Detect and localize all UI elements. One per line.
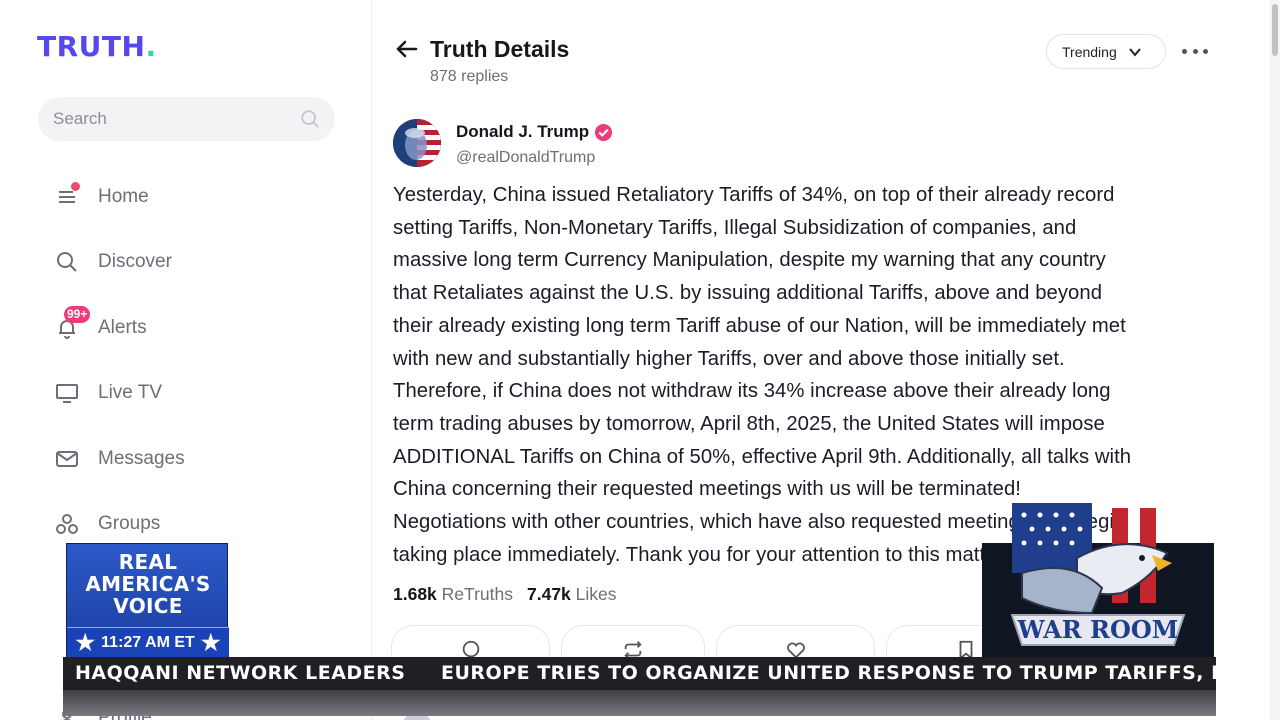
show-logo-text: WAR ROOM xyxy=(1017,615,1179,644)
sort-label: Trending xyxy=(1062,43,1117,60)
star-icon: ★ xyxy=(200,630,221,655)
sidebar-item-messages[interactable]: Messages xyxy=(54,441,314,477)
verified-badge-icon xyxy=(595,123,613,141)
scrollbar-thumb[interactable] xyxy=(1272,4,1278,56)
tv-icon xyxy=(54,380,80,406)
search-icon xyxy=(54,249,80,275)
home-icon xyxy=(54,182,80,210)
more-options-icon[interactable] xyxy=(1182,42,1208,60)
sidebar-item-discover[interactable]: Discover xyxy=(54,244,314,280)
search-icon[interactable] xyxy=(299,108,321,130)
author-name-text: Donald J. Trump xyxy=(456,122,590,141)
sidebar-item-label: Groups xyxy=(98,513,161,534)
likes-stat[interactable]: 7.47k Likes xyxy=(527,584,617,605)
sidebar-item-home[interactable]: Home xyxy=(54,179,314,215)
post-stats: 1.68k ReTruths 7.47k Likes xyxy=(393,584,617,605)
post-line: Therefore, if China does not withdraw it… xyxy=(393,380,1111,403)
sidebar-item-label: Alerts xyxy=(98,317,147,338)
retruths-count: 1.68k xyxy=(393,584,437,604)
likes-label: Likes xyxy=(575,584,617,604)
reply-count: 878 replies xyxy=(430,68,509,85)
post-line: with new and substantially higher Tariff… xyxy=(393,347,1065,370)
clock-bar: ★ 11:27 AM ET ★ xyxy=(67,627,229,658)
network-logo: REAL AMERICA'S VOICE ★ 11:27 AM ET ★ xyxy=(66,543,229,658)
post-line: massive long term Currency Manipulation,… xyxy=(393,249,1106,272)
sidebar-item-groups[interactable]: Groups xyxy=(54,506,314,542)
sidebar-item-label: Messages xyxy=(98,448,185,469)
post-line: that Retaliates against the U.S. by issu… xyxy=(393,282,1103,305)
network-name-line: REAL xyxy=(118,550,178,574)
sidebar-item-label: Live TV xyxy=(98,382,163,403)
likes-count: 7.47k xyxy=(527,584,571,604)
author-handle[interactable]: @realDonaldTrump xyxy=(456,149,595,167)
unread-dot xyxy=(71,182,80,191)
retruths-stat[interactable]: 1.68k ReTruths xyxy=(393,584,513,605)
ticker-headline: HAQQANI NETWORK LEADERS xyxy=(75,662,406,684)
ticker-headline: EUROPE TRIES TO ORGANIZE UNITED RESPONSE… xyxy=(441,662,1256,684)
mail-icon xyxy=(54,446,80,472)
search-input[interactable] xyxy=(38,97,335,141)
chevron-down-icon xyxy=(1128,47,1141,57)
alerts-badge: 99+ xyxy=(64,306,91,323)
search-box xyxy=(38,97,335,141)
sort-dropdown[interactable]: Trending xyxy=(1046,34,1166,69)
post-line: Yesterday, China issued Retaliatory Tari… xyxy=(393,184,1115,206)
sidebar-item-alerts[interactable]: 99+ Alerts xyxy=(54,306,314,346)
author-name[interactable]: Donald J. Trump xyxy=(456,122,613,142)
news-ticker: HAQQANI NETWORK LEADERS EUROPE TRIES TO … xyxy=(63,657,1255,716)
post-line: setting Tariffs, Non-Monetary Tariffs, I… xyxy=(393,216,1077,239)
post-line: their already existing long term Tariff … xyxy=(393,314,1126,337)
network-name-line: AMERICA'S xyxy=(85,572,211,596)
post-line: ADDITIONAL Tariffs on China of 50%, effe… xyxy=(393,445,1132,468)
truth-logo[interactable]: TRUTH. xyxy=(37,30,157,63)
show-logo: WAR ROOM xyxy=(982,503,1214,657)
sidebar-item-label: Discover xyxy=(98,251,172,272)
retruths-label: ReTruths xyxy=(441,584,513,604)
post-line: China concerning their requested meeting… xyxy=(393,478,1021,501)
page-title: Truth Details xyxy=(430,36,570,62)
clock-time: 11:27 AM ET xyxy=(101,634,195,651)
sidebar-item-label: Home xyxy=(98,186,149,207)
bell-icon: 99+ xyxy=(54,306,91,341)
scrollbar-track[interactable] xyxy=(1270,0,1280,720)
star-icon: ★ xyxy=(75,630,96,655)
network-name-line: VOICE xyxy=(113,594,183,618)
sidebar-item-live-tv[interactable]: Live TV xyxy=(54,375,314,411)
post-line: term trading abuses by tomorrow, April 8… xyxy=(393,412,1105,435)
back-arrow-icon[interactable] xyxy=(395,37,419,61)
avatar[interactable] xyxy=(393,119,441,167)
groups-icon xyxy=(54,511,80,537)
